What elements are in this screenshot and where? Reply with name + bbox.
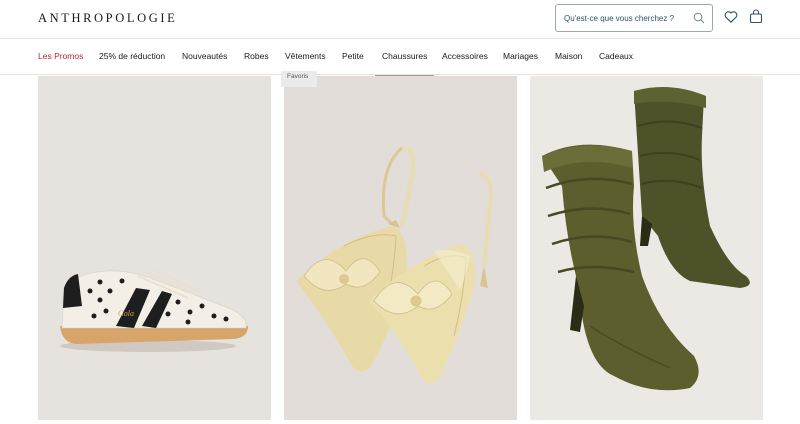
nav-item-cadeaux[interactable]: Cadeaux (599, 51, 633, 61)
nav-item-robes[interactable]: Robes (244, 51, 269, 61)
search-box[interactable] (555, 4, 713, 32)
shopping-bag-icon[interactable] (749, 9, 763, 24)
nav-item-25-reduction[interactable]: 25% de réduction (99, 51, 165, 61)
favoris-badge: Favoris (281, 71, 317, 87)
nav-item-petite[interactable]: Petite (342, 51, 364, 61)
brand-logo[interactable]: ANTHROPOLOGIE (38, 11, 177, 26)
product-card-bow-heels[interactable] (284, 76, 517, 420)
search-icon[interactable] (693, 12, 705, 24)
site-header: ANTHROPOLOGIE (0, 0, 800, 38)
product-card-suede-boots[interactable] (530, 76, 763, 420)
search-input[interactable] (564, 11, 684, 25)
product-image-suede-boots (530, 76, 763, 420)
shoe-brand-text: Gola (118, 309, 134, 318)
nav-item-maison[interactable]: Maison (555, 51, 582, 61)
main-navigation: Les Promos 25% de réduction Nouveautés R… (0, 38, 800, 77)
nav-item-les-promos[interactable]: Les Promos (38, 51, 83, 61)
nav-item-mariages[interactable]: Mariages (503, 51, 538, 61)
nav-item-vetements[interactable]: Vêtements (285, 51, 326, 61)
heart-icon[interactable] (724, 10, 738, 24)
product-image-bow-heels (284, 76, 517, 420)
nav-item-accessoires[interactable]: Accessoires (442, 51, 488, 61)
product-card-sneaker[interactable]: Gola (38, 76, 271, 420)
nav-item-chaussures[interactable]: Chaussures (374, 51, 435, 77)
product-grid: Gola (0, 76, 800, 424)
nav-item-nouveautes[interactable]: Nouveautés (182, 51, 227, 61)
product-image-sneaker: Gola (38, 76, 271, 420)
